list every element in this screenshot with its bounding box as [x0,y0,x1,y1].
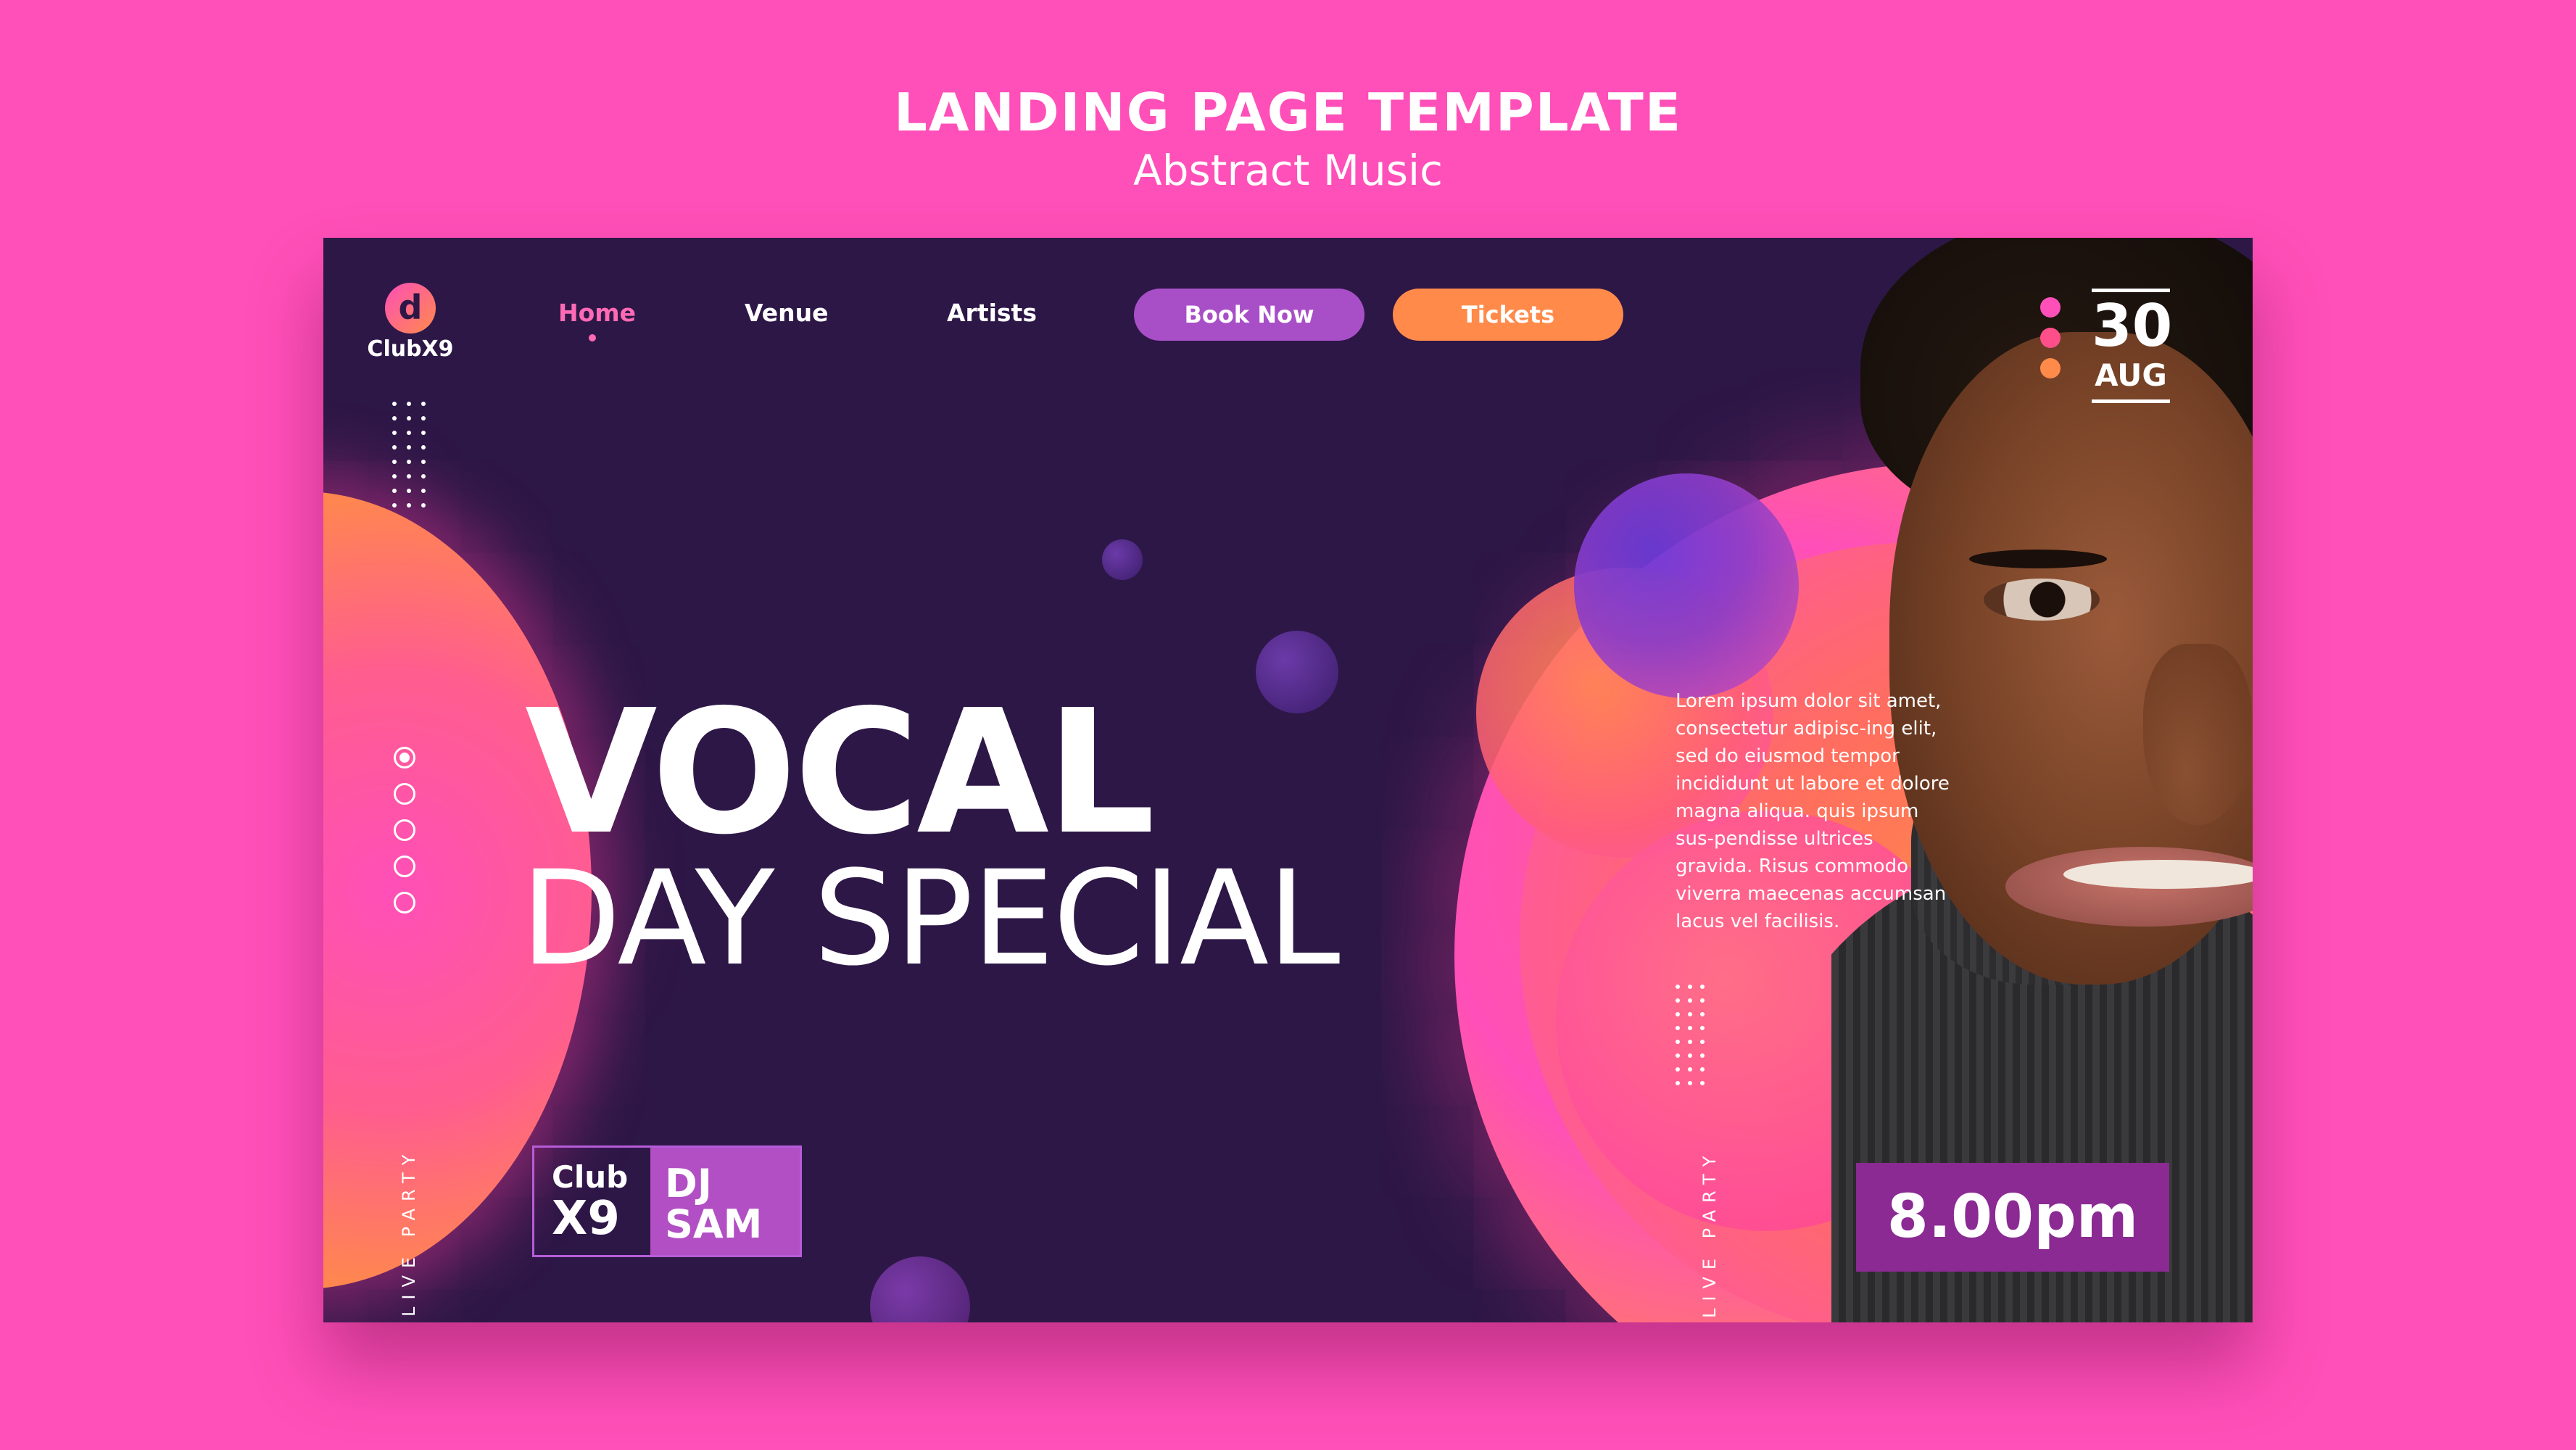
slider-dot-1[interactable] [394,747,415,768]
slider-pagination [394,747,420,928]
event-month: AUG [2095,357,2167,393]
artist-brow [1969,550,2107,568]
club-name-line1: Club [552,1159,629,1195]
live-party-label-left: LIVE PARTY [399,1147,419,1317]
hero-subtitle: DAY SPECIAL [521,843,1340,995]
dj-name-line2: SAM [665,1201,763,1247]
artist-nose [2143,644,2252,825]
template-header: LANDING PAGE TEMPLATE Abstract Music [0,80,2576,196]
club-name: Club X9 [534,1148,650,1255]
hero-title: VOCAL [525,673,1155,872]
status-dot [2040,328,2061,348]
brand-name: ClubX9 [367,336,454,362]
nav-home[interactable]: Home [558,299,636,327]
music-disc-icon: d [385,283,436,334]
slider-dot-3[interactable] [394,819,415,841]
event-time: 8.00pm [1856,1163,2169,1272]
nav-active-indicator [589,334,596,341]
gradient-bubble-purple [1574,473,1799,698]
nav-venue[interactable]: Venue [745,299,828,327]
dj-name-line1: DJ [665,1161,712,1206]
artist-eye [1984,579,2100,621]
slider-dot-5[interactable] [394,892,415,914]
live-party-label-right: LIVE PARTY [1699,1148,1720,1318]
club-dj-badge: Club X9 DJ SAM [532,1146,802,1257]
floating-orb [1102,539,1143,580]
club-name-line2: X9 [552,1192,620,1246]
floating-orb [1256,631,1338,713]
artist-smile [2063,860,2253,889]
status-dot [2040,358,2061,378]
template-subtitle: Abstract Music [1133,146,1443,195]
slider-dot-4[interactable] [394,856,415,877]
dj-name: DJ SAM [650,1148,800,1255]
decorative-dot-grid [392,402,436,508]
decorative-dot-grid [1676,985,1712,1085]
tickets-button[interactable]: Tickets [1393,289,1623,341]
slider-dot-2[interactable] [394,783,415,805]
status-dot [2040,297,2061,318]
event-day: 30 [2092,292,2173,360]
book-now-button[interactable]: Book Now [1134,289,1364,341]
event-description: Lorem ipsum dolor sit amet, consectetur … [1676,690,1950,932]
divider [2092,399,2170,403]
event-date: 30 AUG [2092,289,2173,403]
nav-artists[interactable]: Artists [947,299,1037,327]
floating-orb [870,1256,970,1322]
template-title: LANDING PAGE TEMPLATE [893,82,1683,143]
brand-logo[interactable]: d ClubX9 [360,283,461,362]
landing-page-mockup: d ClubX9 Home Venue Artists Book Now Tic… [323,238,2253,1322]
